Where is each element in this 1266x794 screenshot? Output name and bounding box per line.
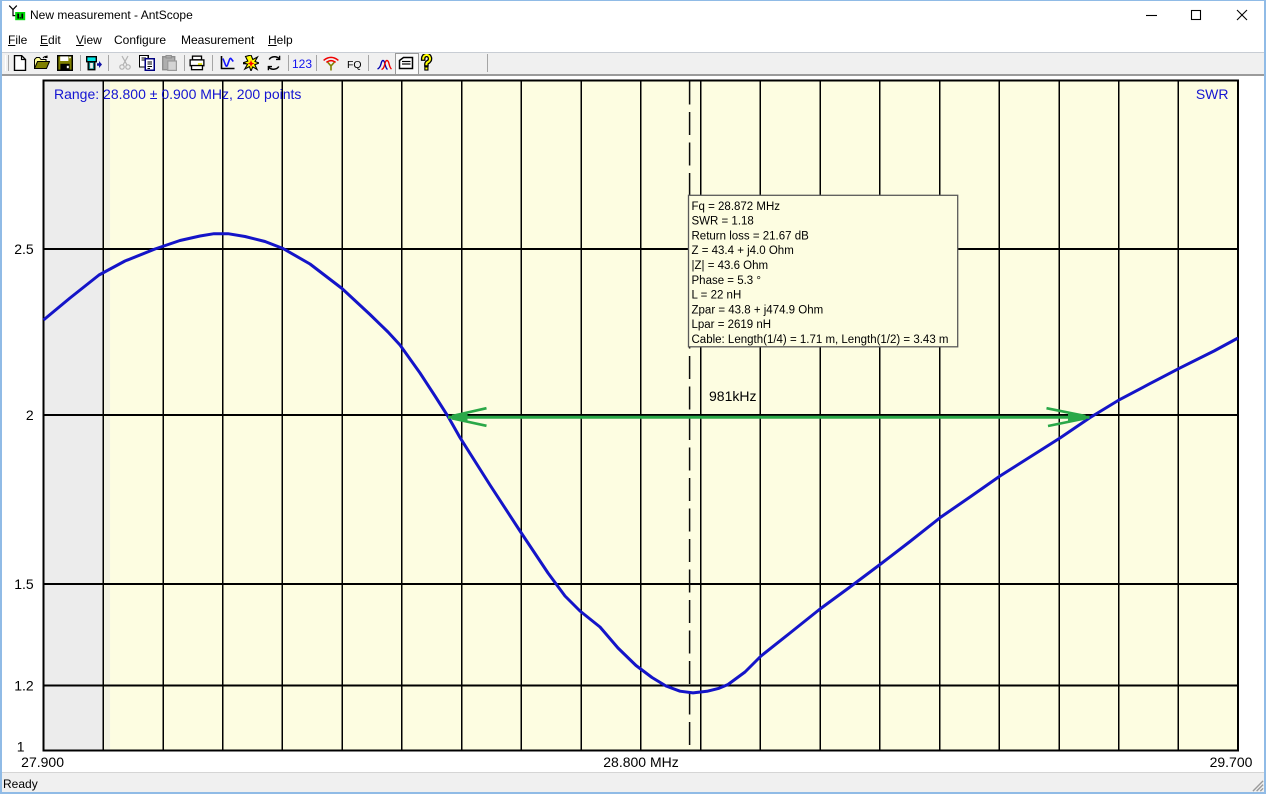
svg-text:981kHz: 981kHz [709,388,756,404]
svg-text:1: 1 [17,739,25,755]
svg-text:2: 2 [26,407,34,423]
svg-text:|Z| = 43.6 Ohm: |Z| = 43.6 Ohm [692,260,769,272]
svg-text:Return loss = 21.67 dB: Return loss = 21.67 dB [692,230,810,242]
svg-text:SWR = 1.18: SWR = 1.18 [692,216,754,228]
svg-text:27.900: 27.900 [21,754,64,770]
svg-text:29.700: 29.700 [1210,754,1253,770]
svg-text:Phase = 5.3 °: Phase = 5.3 ° [692,275,762,287]
svg-text:Fq = 28.872 MHz: Fq = 28.872 MHz [692,201,781,213]
svg-text:SWR: SWR [1196,86,1229,102]
svg-text:Cable: Length(1/4) = 1.71 m, L: Cable: Length(1/4) = 1.71 m, Length(1/2)… [692,334,949,346]
svg-text:2.5: 2.5 [14,241,34,257]
svg-text:28.800 MHz: 28.800 MHz [603,754,678,770]
svg-text:Range: 28.800 ± 0.900 MHz, 200: Range: 28.800 ± 0.900 MHz, 200 points [54,86,301,102]
svg-text:1.5: 1.5 [14,576,34,592]
svg-text:L = 22 nH: L = 22 nH [692,290,742,302]
svg-text:1.2: 1.2 [14,677,34,693]
svg-text:Z = 43.4 + j4.0 Ohm: Z = 43.4 + j4.0 Ohm [692,245,794,257]
svg-text:Zpar = 43.8 + j474.9 Ohm: Zpar = 43.8 + j474.9 Ohm [692,304,824,316]
svg-text:Lpar = 2619 nH: Lpar = 2619 nH [692,319,772,331]
